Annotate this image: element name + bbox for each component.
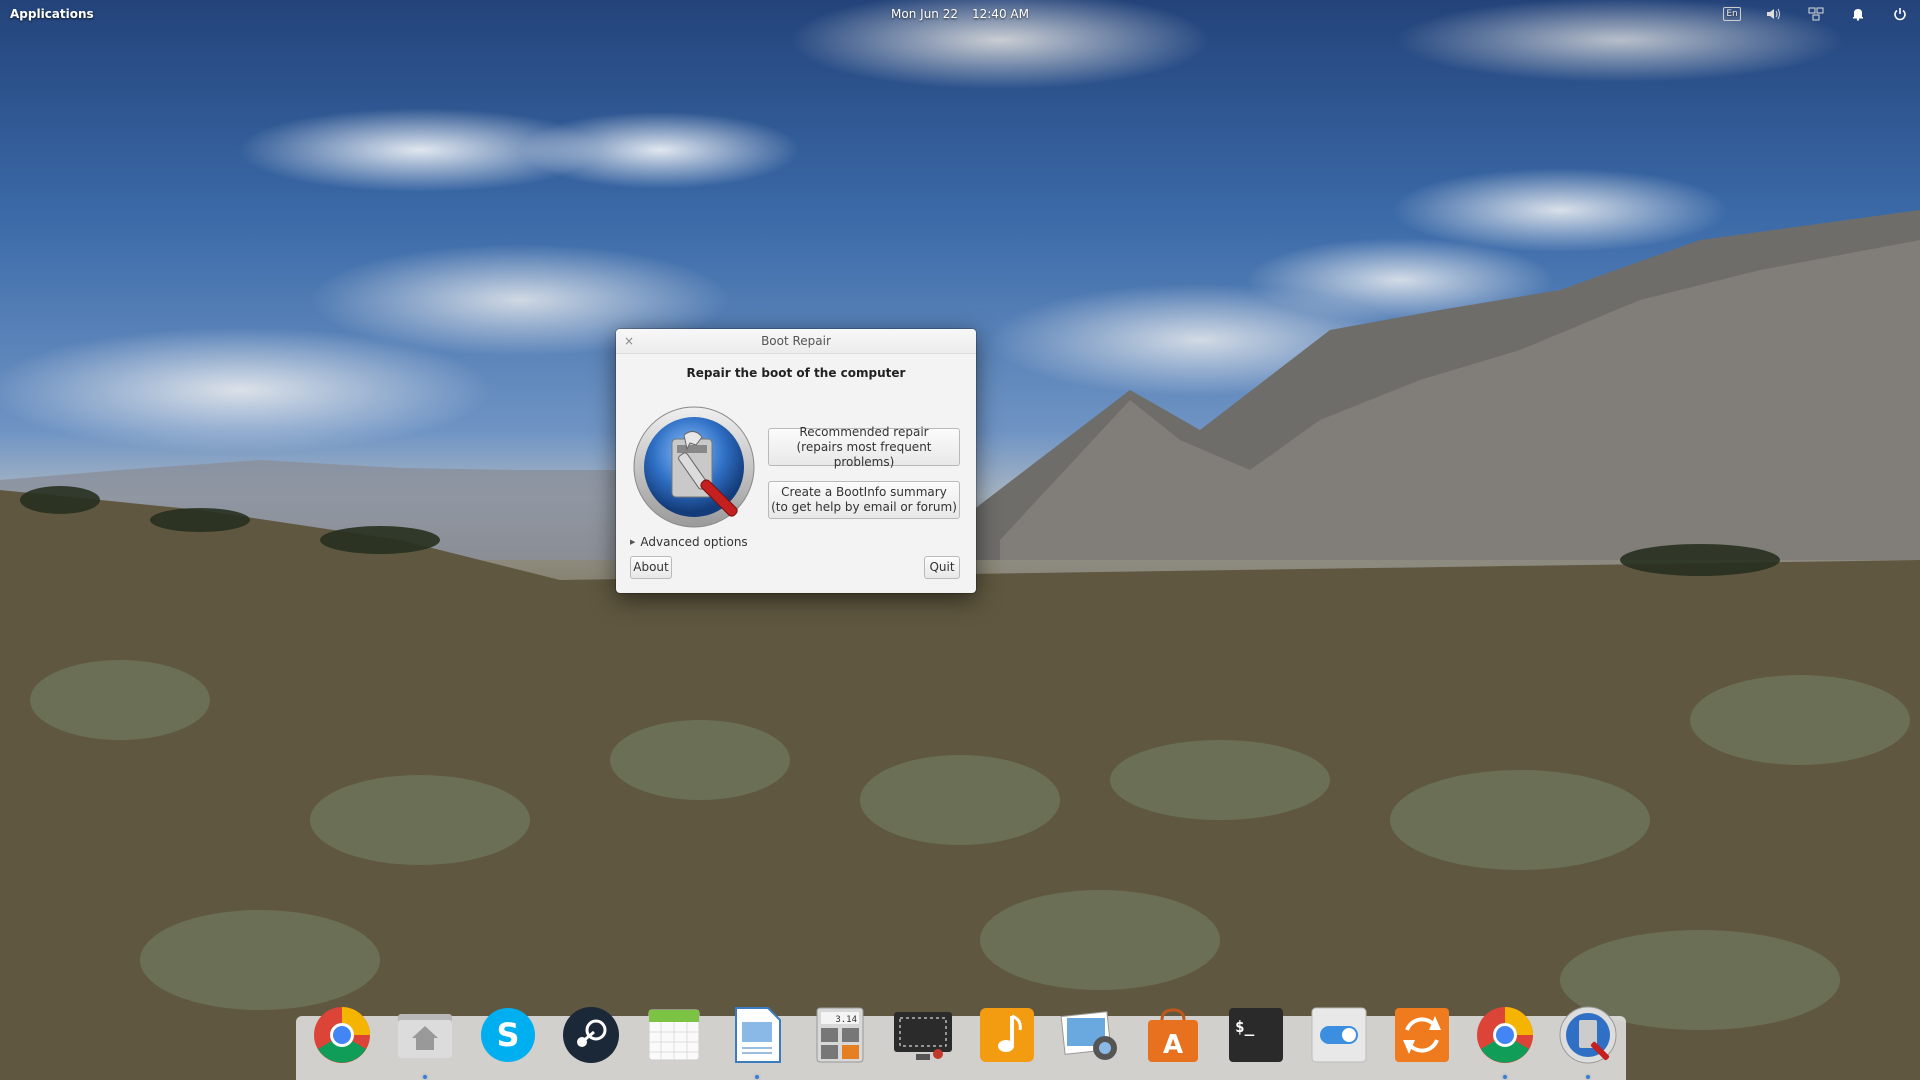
recommended-repair-label: Recommended repair xyxy=(799,424,929,439)
music-icon xyxy=(979,1008,1034,1062)
running-indicator xyxy=(1586,1075,1591,1079)
applications-menu[interactable]: Applications xyxy=(0,7,94,21)
running-indicator xyxy=(422,1075,427,1079)
files-icon xyxy=(397,1014,452,1058)
about-button[interactable]: About xyxy=(630,556,672,579)
app-center-icon: A xyxy=(1147,1008,1198,1062)
indicator-area: En xyxy=(1723,6,1920,22)
update-manager-icon xyxy=(1395,1008,1450,1062)
skype-icon: S xyxy=(480,1008,535,1062)
bootinfo-summary-sublabel: (to get help by email or forum) xyxy=(771,500,957,514)
dock-item-skype[interactable]: S xyxy=(466,1004,549,1080)
boot-repair-logo-icon xyxy=(633,406,755,528)
settings-toggle-icon xyxy=(1311,1007,1367,1063)
dock-item-calendar[interactable] xyxy=(633,1004,716,1080)
close-icon[interactable]: × xyxy=(624,329,634,353)
svg-text:$_: $_ xyxy=(1235,1017,1255,1036)
bootinfo-summary-button[interactable]: Create a BootInfo summary (to get help b… xyxy=(768,481,960,519)
svg-text:A: A xyxy=(1163,1030,1183,1060)
boot-repair-icon xyxy=(1559,1006,1617,1064)
terminal-icon: $_ xyxy=(1228,1008,1283,1062)
dock-item-settings[interactable] xyxy=(1298,1004,1381,1080)
dock-item-screenshot[interactable] xyxy=(882,1004,965,1080)
boot-repair-dialog: × Boot Repair Repair the boot of the com… xyxy=(616,329,976,593)
dialog-title: Boot Repair xyxy=(761,334,831,348)
photos-icon xyxy=(1060,1011,1117,1060)
svg-text:S: S xyxy=(496,1016,519,1054)
screenshot-icon xyxy=(894,1012,953,1060)
clock[interactable]: Mon Jun 22 12:40 AM xyxy=(891,7,1029,21)
volume-icon[interactable] xyxy=(1766,6,1782,22)
dock-item-files[interactable] xyxy=(383,1004,466,1080)
quit-button[interactable]: Quit xyxy=(924,556,960,579)
time-label: 12:40 AM xyxy=(971,7,1029,21)
recommended-repair-button[interactable]: Recommended repair (repairs most frequen… xyxy=(768,424,960,469)
dock-item-music[interactable] xyxy=(965,1004,1048,1080)
dock-item-boot-repair[interactable] xyxy=(1547,1004,1630,1080)
dock-item-steam[interactable] xyxy=(549,1004,632,1080)
dock-item-app-center[interactable]: A xyxy=(1131,1004,1214,1080)
bootinfo-summary-label: Create a BootInfo summary xyxy=(781,485,947,499)
steam-icon xyxy=(562,1007,619,1063)
date-label: Mon Jun 22 xyxy=(891,7,958,21)
dock-item-document-viewer[interactable] xyxy=(716,1004,799,1080)
calendar-icon xyxy=(648,1009,700,1061)
dock-item-chrome-2[interactable] xyxy=(1464,1004,1547,1080)
dock-item-photos[interactable] xyxy=(1048,1004,1131,1080)
network-icon[interactable] xyxy=(1808,6,1824,22)
expander-triangle-icon: ▶ xyxy=(630,538,636,546)
advanced-options-expander[interactable]: ▶ Advanced options xyxy=(630,535,748,549)
top-panel: Applications Mon Jun 22 12:40 AM En xyxy=(0,0,1920,28)
dialog-heading: Repair the boot of the computer xyxy=(686,366,906,380)
chrome-icon xyxy=(313,1007,370,1063)
notification-bell-icon[interactable] xyxy=(1850,6,1866,22)
svg-text:3.14: 3.14 xyxy=(836,1015,858,1025)
dock-item-update-manager[interactable] xyxy=(1381,1004,1464,1080)
dock-item-chrome[interactable] xyxy=(300,1004,383,1080)
dock-item-calculator[interactable]: 3.14 xyxy=(799,1004,882,1080)
dock-item-terminal[interactable]: $_ xyxy=(1214,1004,1297,1080)
document-viewer-icon xyxy=(735,1007,782,1063)
power-icon[interactable] xyxy=(1892,6,1908,22)
recommended-repair-sublabel: (repairs most frequent problems) xyxy=(796,439,932,469)
chrome-icon xyxy=(1477,1007,1534,1063)
advanced-options-label: Advanced options xyxy=(640,535,748,549)
running-indicator xyxy=(1503,1075,1508,1079)
keyboard-layout-indicator[interactable]: En xyxy=(1723,6,1741,22)
calculator-icon: 3.14 xyxy=(816,1007,864,1063)
running-indicator xyxy=(755,1075,760,1079)
dock: S 3.14 A $_ xyxy=(300,1004,1630,1080)
dialog-titlebar[interactable]: × Boot Repair xyxy=(616,329,976,354)
